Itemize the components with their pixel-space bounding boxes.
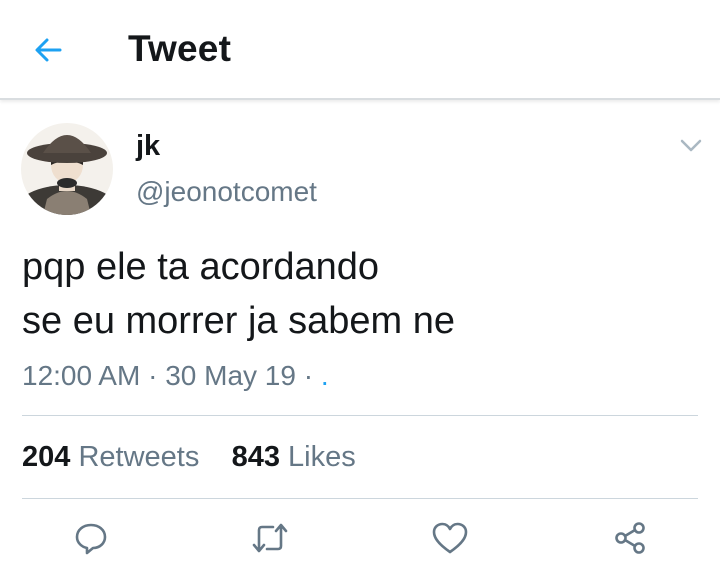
share-button[interactable] (610, 518, 650, 558)
meta-separator: · (148, 360, 158, 391)
action-bar (0, 510, 720, 570)
retweets-count: 204 (22, 441, 71, 473)
page-title: Tweet (128, 28, 232, 69)
reply-icon (75, 523, 107, 555)
retweets-stat[interactable]: 204 Retweets (22, 441, 199, 473)
username-handle[interactable]: @jeonotcomet (136, 176, 317, 208)
meta-separator: · (303, 360, 314, 391)
chevron-down-icon (680, 139, 702, 152)
divider (22, 415, 698, 416)
tweet-time: 12:00 AM (22, 360, 141, 391)
tweet-line: pqp ele ta acordando (22, 246, 380, 288)
retweets-label: Retweets (78, 441, 200, 473)
engagement-stats: 204 Retweets 843 Likes (22, 441, 356, 474)
share-icon (615, 522, 645, 554)
tweet-line: se eu morrer ja sabem ne (22, 300, 455, 342)
divider (22, 498, 698, 499)
likes-count: 843 (231, 441, 280, 473)
back-button[interactable] (28, 30, 68, 70)
retweet-button[interactable] (250, 518, 290, 558)
tweet-source-link[interactable]: . (321, 360, 329, 391)
tweet-date: 30 May 19 (165, 360, 296, 391)
tweet-timestamp: 12:00 AM · 30 May 19 · . (22, 360, 329, 392)
retweet-icon (252, 523, 288, 553)
avatar[interactable] (21, 123, 113, 215)
like-button[interactable] (430, 518, 470, 558)
display-name[interactable]: jk (136, 130, 160, 163)
likes-stat[interactable]: 843 Likes (232, 441, 356, 473)
likes-label: Likes (288, 441, 356, 473)
tweet-menu-button[interactable] (676, 130, 706, 160)
top-app-bar: Tweet (0, 0, 720, 100)
tweet-text: pqp ele ta acordando se eu morrer ja sab… (22, 240, 702, 348)
heart-icon (432, 522, 468, 554)
reply-button[interactable] (71, 518, 111, 558)
arrow-left-icon (35, 38, 62, 62)
